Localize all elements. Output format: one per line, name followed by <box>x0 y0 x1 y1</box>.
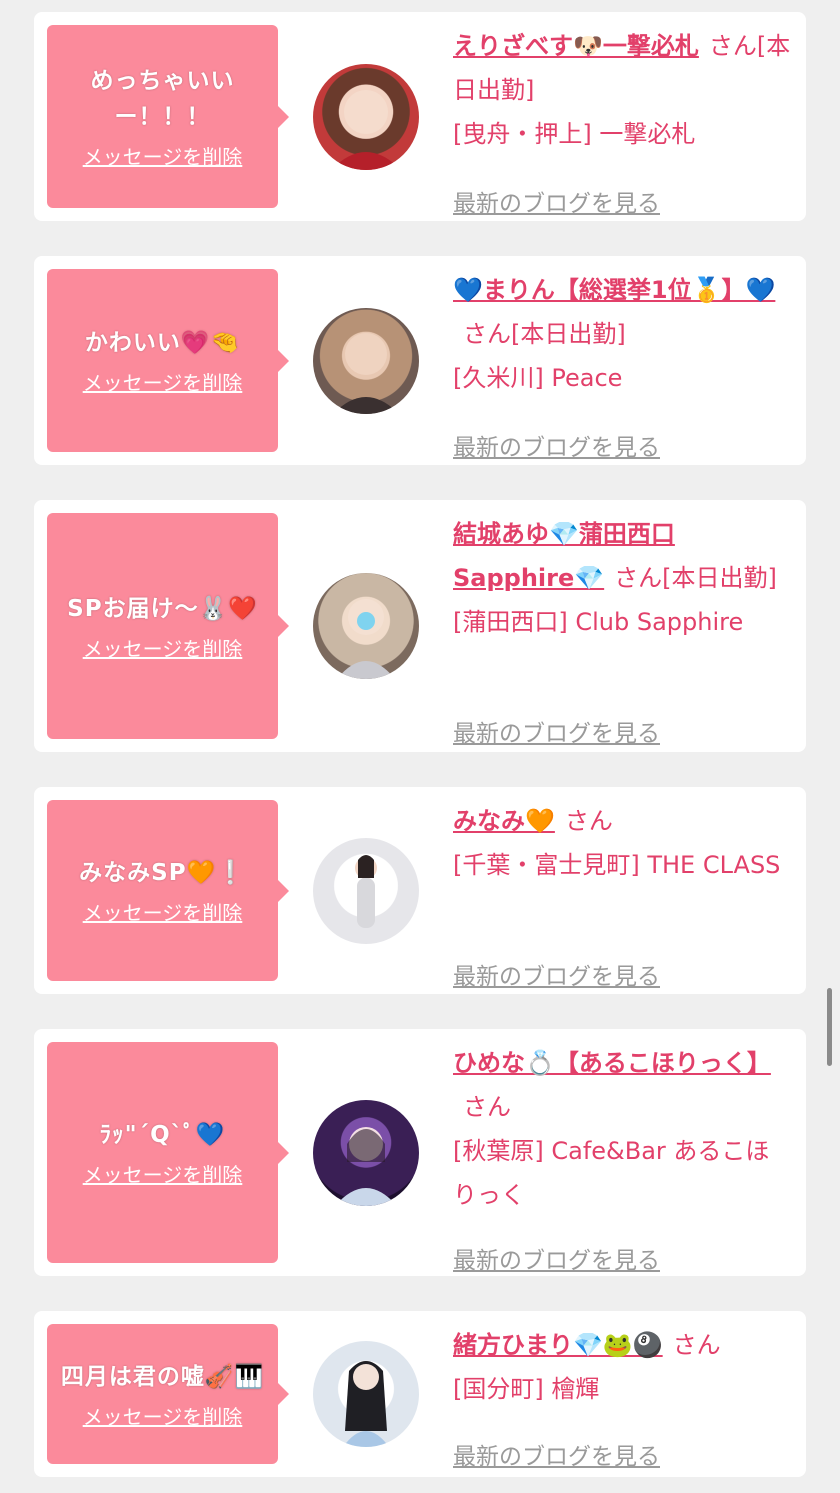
delete-message-link[interactable]: メッセージを削除 <box>83 141 243 170</box>
cast-name-link[interactable]: 緒方ひまり💎🐸🎱 <box>453 1331 663 1359</box>
san-label: さん <box>672 1331 721 1359</box>
delete-message-link[interactable]: メッセージを削除 <box>83 897 243 926</box>
message-text: めっちゃいいー！！！ <box>90 68 235 130</box>
san-label: さん <box>463 1093 511 1121</box>
status-text: [本日出勤] <box>511 320 626 348</box>
favorite-card: SPお届け〜🐰❤️ メッセージを削除 結城あゆ💎蒲田西口Sapphire💎 さん[… <box>34 500 806 752</box>
message-bubble: みなみSP🧡❕ メッセージを削除 <box>47 800 289 981</box>
avatar[interactable] <box>313 308 419 414</box>
blog-link[interactable]: 最新のブログを見る <box>453 184 660 218</box>
delete-message-link[interactable]: メッセージを削除 <box>83 1401 243 1430</box>
favorite-card: ﾗｯ"´Q`ﾟ💙 メッセージを削除 ひめな💍【あるこほりっく】さん [秋葉原] … <box>34 1029 806 1276</box>
blog-link[interactable]: 最新のブログを見る <box>453 1241 660 1275</box>
portrait-icon <box>355 855 377 928</box>
message-text: ﾗｯ"´Q`ﾟ💙 <box>99 1122 226 1148</box>
message-bubble: SPお届け〜🐰❤️ メッセージを削除 <box>47 513 289 739</box>
san-label: さん <box>708 32 757 60</box>
portrait-icon <box>331 90 401 170</box>
favorite-card: かわいい💗🤏 メッセージを削除 💙まりん【総選挙1位🥇】💙 さん[本日出勤] [久… <box>34 256 806 465</box>
entry-info: 結城あゆ💎蒲田西口Sapphire💎 さん[本日出勤] [蒲田西口] Club S… <box>453 512 793 747</box>
cast-name-link[interactable]: みなみ🧡 <box>453 807 555 835</box>
message-text: SPお届け〜🐰❤️ <box>67 595 258 622</box>
avatar[interactable] <box>313 64 419 170</box>
message-text: 四月は君の嘘🎻🎹 <box>60 1363 265 1390</box>
delete-message-link[interactable]: メッセージを削除 <box>83 1159 243 1188</box>
location-text: [曳舟・押上] 一撃必札 <box>453 120 696 148</box>
portrait-icon <box>343 1361 389 1447</box>
avatar[interactable] <box>313 1341 419 1447</box>
blog-link[interactable]: 最新のブログを見る <box>453 1437 660 1471</box>
favorite-card: みなみSP🧡❕ メッセージを削除 みなみ🧡 さん [千葉・富士見町] THE CL… <box>34 787 806 994</box>
entry-info: 緒方ひまり💎🐸🎱 さん [国分町] 檜輝 最新のブログを見る <box>453 1323 793 1470</box>
scrollbar[interactable] <box>827 988 832 1066</box>
message-bubble: ﾗｯ"´Q`ﾟ💙 メッセージを削除 <box>47 1042 289 1263</box>
location-text: [蒲田西口] Club Sapphire <box>453 608 744 636</box>
favorite-card: 四月は君の嘘🎻🎹 メッセージを削除 緒方ひまり💎🐸🎱 さん [国分町] 檜輝 最新… <box>34 1311 806 1477</box>
blog-link[interactable]: 最新のブログを見る <box>453 428 660 462</box>
favorite-card: めっちゃいいー！！！ メッセージを削除 えりざべす🐶一撃必札 さん[本日出勤] [… <box>34 12 806 221</box>
message-text: みなみSP🧡❕ <box>79 860 246 886</box>
avatar[interactable] <box>313 838 419 944</box>
message-text: かわいい💗🤏 <box>84 330 241 356</box>
entry-info: みなみ🧡 さん [千葉・富士見町] THE CLASS 最新のブログを見る <box>453 799 793 990</box>
entry-info: えりざべす🐶一撃必札 さん[本日出勤] [曳舟・押上] 一撃必札 最新のブログを見… <box>453 24 793 217</box>
cast-name-link[interactable]: 💙まりん【総選挙1位🥇】💙 <box>453 276 775 304</box>
san-label: さん <box>463 320 511 348</box>
avatar[interactable] <box>313 573 419 679</box>
location-text: [久米川] Peace <box>453 364 623 392</box>
message-bubble: 四月は君の嘘🎻🎹 メッセージを削除 <box>47 1324 289 1464</box>
status-text: [本日出勤] <box>662 564 777 592</box>
delete-message-link[interactable]: メッセージを削除 <box>83 367 243 396</box>
entry-info: ひめな💍【あるこほりっく】さん [秋葉原] Cafe&Bar あるこほりっく 最… <box>453 1041 793 1274</box>
portrait-icon <box>333 333 399 414</box>
portrait-icon <box>335 1127 397 1206</box>
entry-info: 💙まりん【総選挙1位🥇】💙 さん[本日出勤] [久米川] Peace 最新のブログ… <box>453 268 793 461</box>
cast-name-link[interactable]: ひめな💍【あるこほりっく】 <box>453 1049 771 1077</box>
location-text: [国分町] 檜輝 <box>453 1375 600 1403</box>
cast-name-link[interactable]: えりざべす🐶一撃必札 <box>453 32 699 60</box>
message-bubble: かわいい💗🤏 メッセージを削除 <box>47 269 289 452</box>
san-label: さん <box>564 807 613 835</box>
blog-link[interactable]: 最新のブログを見る <box>453 957 660 991</box>
blog-link[interactable]: 最新のブログを見る <box>453 714 660 748</box>
delete-message-link[interactable]: メッセージを削除 <box>83 633 243 662</box>
location-text: [秋葉原] Cafe&Bar あるこほりっく <box>453 1137 770 1209</box>
san-label: さん <box>614 564 663 592</box>
location-text: [千葉・富士見町] THE CLASS <box>453 851 781 879</box>
portrait-icon <box>337 599 395 679</box>
message-bubble: めっちゃいいー！！！ メッセージを削除 <box>47 25 289 208</box>
avatar[interactable] <box>313 1100 419 1206</box>
